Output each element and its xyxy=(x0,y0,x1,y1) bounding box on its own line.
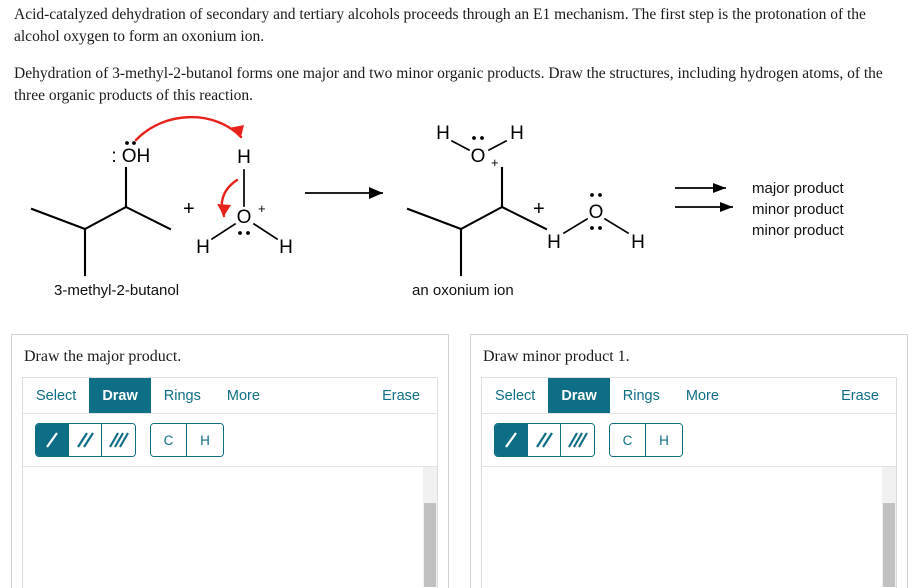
outcome-minor-2: minor product xyxy=(752,222,845,239)
molecule-editor: Select Draw Rings More Erase C H xyxy=(481,377,897,588)
oxonium-oxygen: O + H H xyxy=(436,123,524,170)
reaction-scheme: : OH 3-methyl-2-butanol + H O + H H O + … xyxy=(0,112,914,322)
oxonium-h-left: H xyxy=(436,123,450,144)
triple-bond-icon xyxy=(567,432,588,448)
single-bond-icon xyxy=(46,432,58,448)
oh-label: : xyxy=(111,146,116,167)
oxonium-structure xyxy=(406,166,548,277)
lone-pair-dot xyxy=(590,193,594,197)
single-bond-tool[interactable] xyxy=(495,424,528,456)
single-bond-tool[interactable] xyxy=(36,424,69,456)
hydrogen-tool[interactable]: H xyxy=(646,424,682,456)
lone-pair-dot xyxy=(472,136,476,140)
lone-pair-dot xyxy=(598,226,602,230)
lone-pair-dot xyxy=(238,231,242,235)
reaction-arrow-3 xyxy=(675,202,733,212)
hydronium-charge: + xyxy=(258,201,266,216)
minor-product-1-panel: Draw minor product 1. Select Draw Rings … xyxy=(470,334,908,588)
element-tool-group: C H xyxy=(150,423,224,457)
lone-pair-dot xyxy=(598,193,602,197)
plus-sign-1: + xyxy=(183,198,195,220)
intro-paragraph-1: Acid-catalyzed dehydration of secondary … xyxy=(14,6,866,46)
water-molecule: O H H xyxy=(547,193,645,253)
intro-paragraph-2: Dehydration of 3-methyl-2-butanol forms … xyxy=(14,64,883,105)
tab-select[interactable]: Select xyxy=(482,378,548,413)
tab-rings[interactable]: Rings xyxy=(610,378,673,413)
scrollbar-thumb[interactable] xyxy=(883,503,895,587)
reactant-structure xyxy=(30,166,172,277)
reactant-caption: 3-methyl-2-butanol xyxy=(54,282,179,299)
triple-bond-icon xyxy=(108,432,129,448)
major-product-panel: Draw the major product. Select Draw Ring… xyxy=(11,334,449,588)
tab-more[interactable]: More xyxy=(673,378,732,413)
carbon-tool[interactable]: C xyxy=(610,424,646,456)
element-tool-group: C H xyxy=(609,423,683,457)
erase-button[interactable]: Erase xyxy=(828,378,896,413)
oxonium-caption: an oxonium ion xyxy=(412,282,514,299)
lone-pair-dot xyxy=(125,141,129,145)
erase-button[interactable]: Erase xyxy=(369,378,437,413)
hydronium-h-right: H xyxy=(279,237,293,258)
reaction-arrow-2 xyxy=(675,183,726,193)
oxonium-o: O xyxy=(471,146,486,167)
outcome-major: major product xyxy=(752,180,845,197)
canvas-scrollbar[interactable] xyxy=(422,467,437,587)
editor-toolbar: C H xyxy=(482,414,896,467)
hydronium-ion: H O + H H xyxy=(196,147,293,258)
drawing-canvas[interactable] xyxy=(23,467,437,587)
hydronium-h-top: H xyxy=(237,147,251,168)
water-h-right: H xyxy=(631,232,645,253)
oh-atoms: OH xyxy=(122,146,151,167)
carbon-tool[interactable]: C xyxy=(151,424,187,456)
tab-more[interactable]: More xyxy=(214,378,273,413)
tab-draw[interactable]: Draw xyxy=(548,378,610,413)
drawing-canvas[interactable] xyxy=(482,467,896,587)
lone-pair-dot xyxy=(246,231,250,235)
double-bond-tool[interactable] xyxy=(69,424,102,456)
water-h-left: H xyxy=(547,232,561,253)
tabbar-spacer xyxy=(273,378,369,413)
canvas-scrollbar[interactable] xyxy=(881,467,896,587)
triple-bond-tool[interactable] xyxy=(102,424,135,456)
editor-tabbar: Select Draw Rings More Erase xyxy=(482,378,896,414)
double-bond-tool[interactable] xyxy=(528,424,561,456)
curved-arrow-lone-pair xyxy=(134,115,243,142)
arrowhead xyxy=(229,125,244,137)
hydrogen-tool[interactable]: H xyxy=(187,424,223,456)
bond-tool-group xyxy=(494,423,595,457)
oxonium-charge: + xyxy=(491,155,499,170)
tab-select[interactable]: Select xyxy=(23,378,89,413)
molecule-editor: Select Draw Rings More Erase C H xyxy=(22,377,438,588)
outcome-minor-1: minor product xyxy=(752,201,845,218)
lone-pair-dot xyxy=(132,141,136,145)
lone-pair-dot xyxy=(480,136,484,140)
instruction-text: Acid-catalyzed dehydration of secondary … xyxy=(14,4,894,122)
hydroxyl-group: : OH xyxy=(111,141,150,167)
double-bond-icon xyxy=(536,432,553,448)
panel-prompt: Draw the major product. xyxy=(24,348,182,365)
arrowhead xyxy=(217,204,231,216)
lone-pair-dot xyxy=(590,226,594,230)
plus-sign-2: + xyxy=(533,198,545,220)
scrollbar-thumb[interactable] xyxy=(424,503,436,587)
double-bond-icon xyxy=(77,432,94,448)
tab-rings[interactable]: Rings xyxy=(151,378,214,413)
single-bond-icon xyxy=(505,432,517,448)
reaction-arrow-1 xyxy=(305,187,383,199)
hydronium-o: O xyxy=(237,207,252,228)
tab-draw[interactable]: Draw xyxy=(89,378,151,413)
triple-bond-tool[interactable] xyxy=(561,424,594,456)
hydronium-h-left: H xyxy=(196,237,210,258)
editor-toolbar: C H xyxy=(23,414,437,467)
bond-tool-group xyxy=(35,423,136,457)
tabbar-spacer xyxy=(732,378,828,413)
panel-prompt: Draw minor product 1. xyxy=(483,348,630,365)
water-o: O xyxy=(589,202,604,223)
oxonium-h-right: H xyxy=(510,123,524,144)
editor-tabbar: Select Draw Rings More Erase xyxy=(23,378,437,414)
